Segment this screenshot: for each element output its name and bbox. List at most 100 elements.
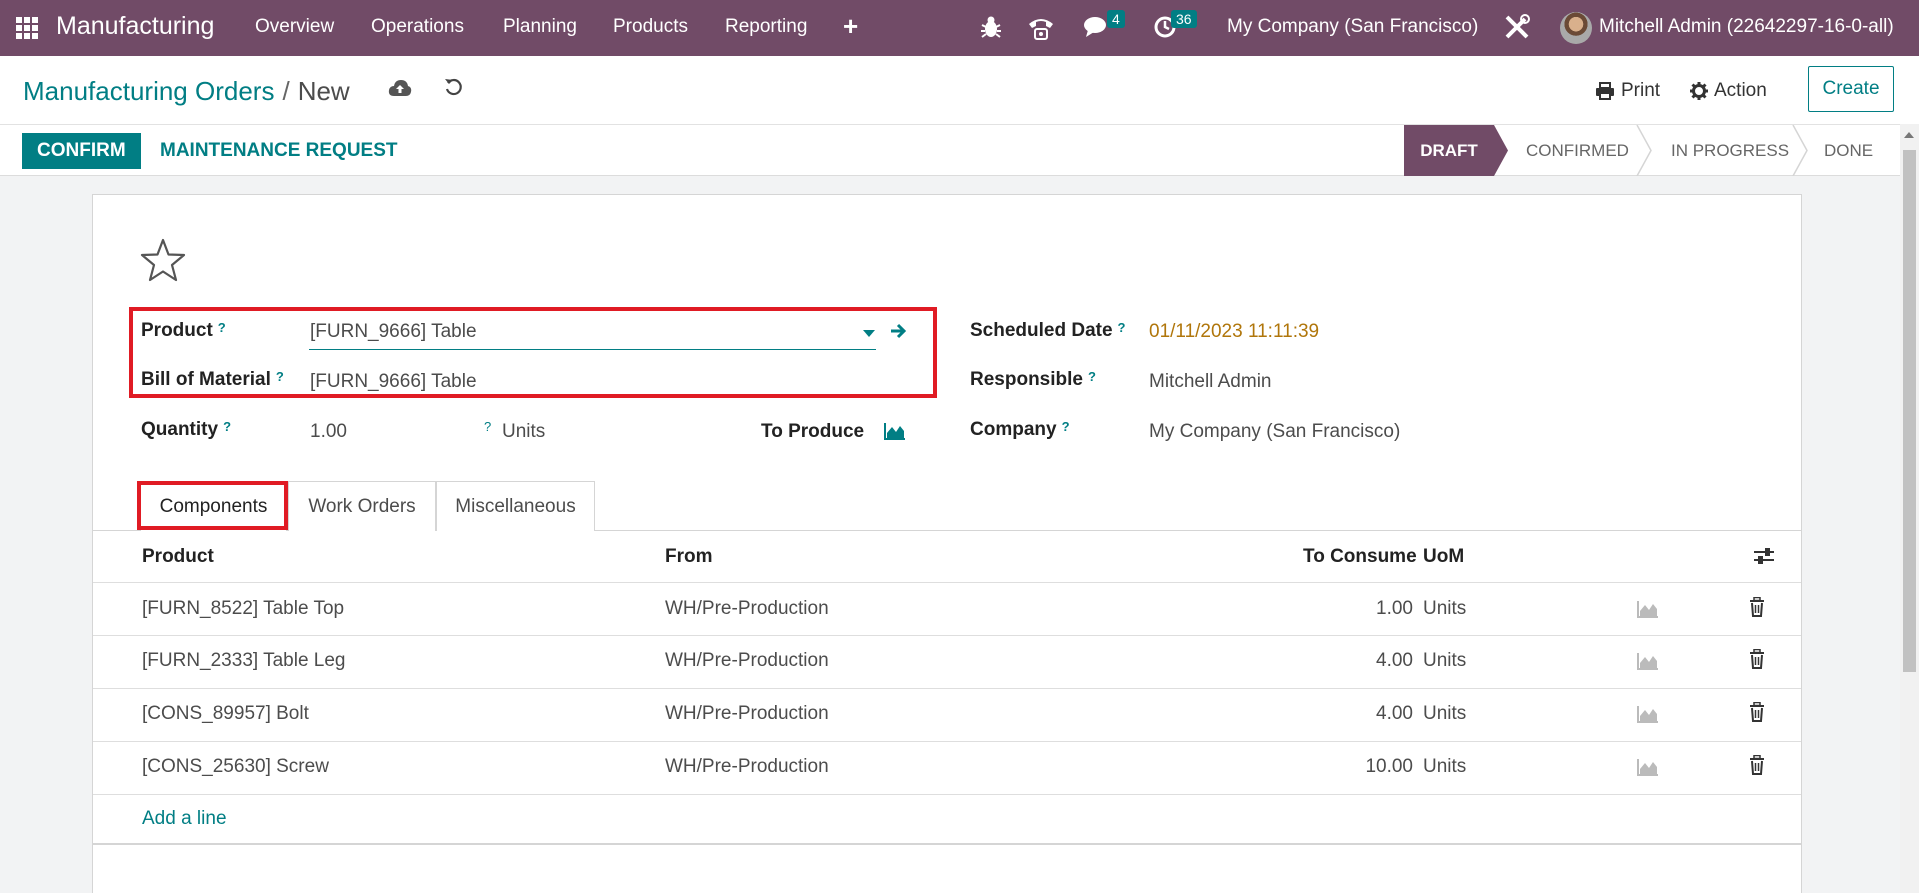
component-product[interactable]: [CONS_25630] Screw (142, 756, 329, 778)
confirm-button[interactable]: CONFIRM (22, 133, 141, 169)
forecast-chart-icon[interactable] (1637, 600, 1659, 618)
stage-in-progress[interactable]: IN PROGRESS (1671, 125, 1789, 176)
app-grid-icon[interactable] (16, 17, 38, 39)
component-product[interactable]: [FURN_2333] Table Leg (142, 650, 346, 672)
column-header-product[interactable]: Product (142, 546, 214, 568)
forecast-chart-icon[interactable] (1637, 758, 1659, 776)
form-sheet (92, 194, 1802, 893)
table-row-divider (93, 688, 1801, 689)
forecast-chart-icon[interactable] (884, 422, 906, 440)
component-to-consume[interactable]: 4.00 (1293, 703, 1413, 725)
stage-confirmed[interactable]: CONFIRMED (1526, 125, 1629, 176)
phone-icon[interactable] (1027, 15, 1055, 41)
create-button[interactable]: Create (1808, 66, 1894, 112)
maintenance-request-button[interactable]: MAINTENANCE REQUEST (160, 133, 398, 169)
scheduled-date-label: Scheduled Date? (970, 320, 1126, 341)
component-uom[interactable]: Units (1423, 756, 1466, 778)
components-tab-highlight-box (137, 481, 288, 530)
company-label: Company? (970, 419, 1070, 440)
responsible-help-icon[interactable]: ? (1088, 369, 1096, 384)
component-to-consume[interactable]: 1.00 (1293, 598, 1413, 620)
messages-badge: 4 (1107, 10, 1125, 28)
save-cloud-icon[interactable] (388, 79, 412, 97)
menu-operations[interactable]: Operations (371, 16, 464, 38)
delete-trash-icon[interactable] (1749, 755, 1765, 775)
delete-trash-icon[interactable] (1749, 649, 1765, 669)
printer-icon (1596, 82, 1614, 100)
quantity-value[interactable]: 1.00 (310, 421, 347, 443)
table-row-divider (93, 741, 1801, 742)
component-from[interactable]: WH/Pre-Production (665, 650, 829, 672)
component-from[interactable]: WH/Pre-Production (665, 598, 829, 620)
component-from[interactable]: WH/Pre-Production (665, 703, 829, 725)
column-header-to-consume[interactable]: To Consume (1303, 546, 1417, 568)
action-label: Action (1714, 80, 1767, 101)
responsible-value[interactable]: Mitchell Admin (1149, 371, 1272, 393)
priority-star-icon[interactable] (140, 238, 186, 282)
component-uom[interactable]: Units (1423, 703, 1466, 725)
table-row-divider (93, 794, 1801, 795)
uom-help-icon[interactable]: ? (484, 419, 491, 434)
user-avatar[interactable] (1560, 12, 1592, 44)
stage-arrow-in-progress (1792, 125, 1808, 176)
component-from[interactable]: WH/Pre-Production (665, 756, 829, 778)
form-statusbar: CONFIRM MAINTENANCE REQUEST DRAFT CONFIR… (0, 124, 1900, 176)
stage-done[interactable]: DONE (1824, 125, 1873, 176)
company-switcher[interactable]: My Company (San Francisco) (1227, 16, 1478, 38)
tab-work-orders[interactable]: Work Orders (288, 481, 436, 531)
forecast-chart-icon[interactable] (1637, 652, 1659, 670)
breadcrumb-current: New (297, 76, 350, 106)
print-button[interactable]: Print (1595, 80, 1660, 102)
add-a-line-link[interactable]: Add a line (142, 808, 227, 830)
menu-planning[interactable]: Planning (503, 16, 577, 38)
debug-bug-icon[interactable] (980, 14, 1002, 40)
discard-undo-icon[interactable] (444, 77, 464, 97)
product-bom-highlight-box (129, 307, 937, 398)
scheduled-date-help-icon[interactable]: ? (1118, 320, 1126, 335)
gear-icon (1690, 82, 1708, 100)
breadcrumb-separator: / (282, 76, 290, 106)
quantity-uom[interactable]: Units (502, 421, 545, 443)
add-menu-icon[interactable]: + (843, 11, 858, 42)
stage-draft[interactable]: DRAFT (1404, 125, 1494, 176)
scheduled-date-value[interactable]: 01/11/2023 11:11:39 (1149, 321, 1319, 343)
user-menu[interactable]: Mitchell Admin (22642297-16-0-all) (1599, 16, 1894, 38)
to-produce-label: To Produce (761, 421, 865, 442)
menu-reporting[interactable]: Reporting (725, 16, 807, 38)
responsible-label: Responsible? (970, 369, 1096, 390)
scrollbar-thumb[interactable] (1903, 150, 1916, 672)
quantity-label: Quantity? (141, 419, 232, 440)
column-header-from[interactable]: From (665, 546, 713, 568)
optional-columns-toggle-icon[interactable] (1753, 546, 1775, 566)
top-navbar: Manufacturing Overview Operations Planni… (0, 0, 1919, 56)
forecast-chart-icon[interactable] (1637, 705, 1659, 723)
breadcrumb: Manufacturing Orders / New (23, 76, 350, 107)
app-name[interactable]: Manufacturing (56, 12, 214, 41)
print-label: Print (1621, 80, 1661, 101)
breadcrumb-manufacturing-orders[interactable]: Manufacturing Orders (23, 76, 274, 106)
scroll-up-arrow-icon[interactable] (1904, 132, 1914, 138)
control-panel: Manufacturing Orders /New Print Action (0, 56, 1919, 124)
menu-products[interactable]: Products (613, 16, 688, 38)
table-header-divider (93, 582, 1801, 583)
component-uom[interactable]: Units (1423, 650, 1466, 672)
stage-arrow-draft (1494, 125, 1508, 176)
tab-miscellaneous[interactable]: Miscellaneous (436, 481, 595, 531)
action-button[interactable]: Action (1690, 80, 1767, 102)
component-uom[interactable]: Units (1423, 598, 1466, 620)
table-row-divider (93, 635, 1801, 636)
component-to-consume[interactable]: 4.00 (1293, 650, 1413, 672)
stage-arrow-confirmed (1636, 125, 1652, 176)
component-product[interactable]: [FURN_8522] Table Top (142, 598, 344, 620)
column-header-uom[interactable]: UoM (1423, 546, 1464, 568)
company-help-icon[interactable]: ? (1062, 419, 1070, 434)
quantity-help-icon[interactable]: ? (223, 419, 231, 434)
activities-badge: 36 (1171, 10, 1197, 28)
component-product[interactable]: [CONS_89957] Bolt (142, 703, 309, 725)
menu-overview[interactable]: Overview (255, 16, 334, 38)
delete-trash-icon[interactable] (1749, 702, 1765, 722)
company-value[interactable]: My Company (San Francisco) (1149, 421, 1400, 443)
settings-tools-icon[interactable] (1503, 13, 1531, 41)
component-to-consume[interactable]: 10.00 (1293, 756, 1413, 778)
delete-trash-icon[interactable] (1749, 597, 1765, 617)
